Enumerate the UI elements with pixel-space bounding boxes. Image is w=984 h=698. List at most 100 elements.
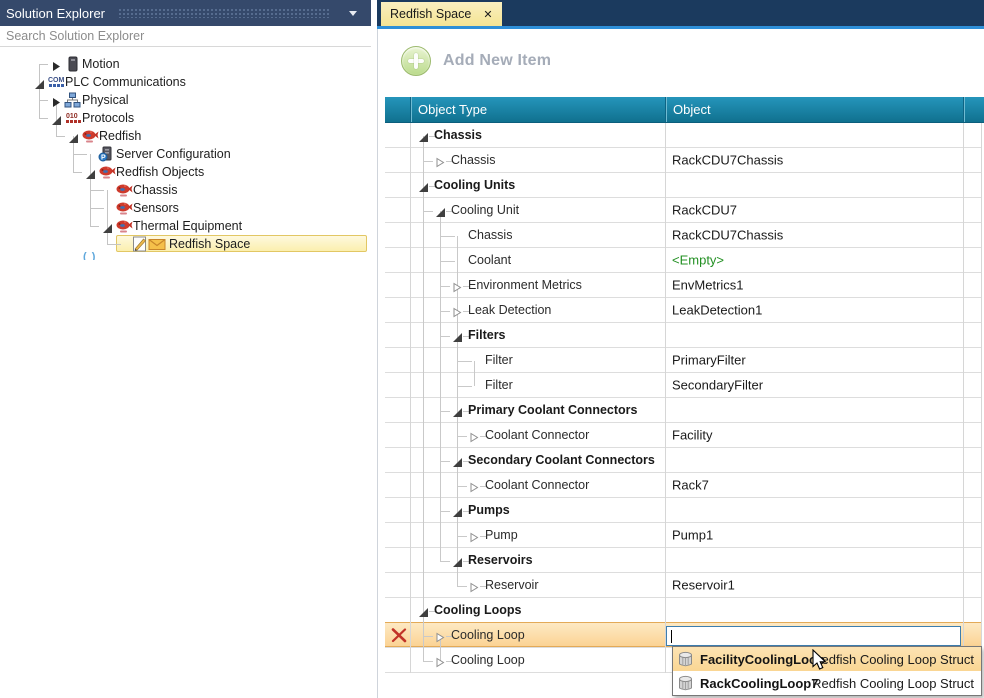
expander-open-icon[interactable]: [452, 505, 463, 523]
server-config-icon: P: [98, 146, 115, 162]
grid-connector: [457, 586, 467, 587]
object-type-label: Filter: [485, 378, 513, 392]
tree-item-redfish-objects[interactable]: Redfish Objects: [0, 163, 371, 181]
grid-row-cooling-units[interactable]: Cooling Units: [385, 173, 982, 198]
object-edit-input[interactable]: [666, 626, 961, 646]
grid-row-coolant-connector[interactable]: Coolant ConnectorFacility: [385, 423, 982, 448]
grid-header-object[interactable]: Object: [665, 97, 963, 122]
search-placeholder: Search Solution Explorer: [0, 29, 144, 43]
add-new-item-button[interactable]: Add New Item: [401, 46, 551, 76]
grid-row-pumps[interactable]: Pumps: [385, 498, 982, 523]
grid-row-reservoirs[interactable]: Reservoirs: [385, 548, 982, 573]
expander-closed-icon[interactable]: [469, 530, 479, 548]
expander-closed-icon[interactable]: [435, 655, 445, 673]
expander-closed-icon[interactable]: [452, 305, 462, 323]
search-input[interactable]: Search Solution Explorer: [0, 26, 371, 47]
grid-header-filler: [963, 97, 984, 122]
grid-row-chassis[interactable]: ChassisRackCDU7Chassis: [385, 223, 982, 248]
tree-item-physical[interactable]: Physical: [0, 91, 371, 109]
grid-connector: [423, 661, 433, 662]
expander-open-icon[interactable]: [34, 77, 45, 95]
tree-item-server-configuration[interactable]: PServer Configuration: [0, 145, 371, 163]
grid-connector: [440, 411, 450, 412]
tree-item-plc-communications[interactable]: COMPLC Communications: [0, 73, 371, 91]
grid-guide-line: [440, 211, 441, 561]
tree-item-protocols[interactable]: 010Protocols: [0, 109, 371, 127]
dropdown-item-rackcoolingloop7[interactable]: RackCoolingLoop7Redfish Cooling Loop Str…: [673, 671, 981, 695]
object-value: RackCDU7Chassis: [672, 228, 783, 243]
tree-item-motion[interactable]: Motion: [0, 55, 371, 73]
object-type-label: Filter: [485, 353, 513, 367]
expander-open-icon[interactable]: [418, 180, 429, 198]
grid-connector: [457, 536, 467, 537]
expander-open-icon[interactable]: [418, 130, 429, 148]
grid-row-environment-metrics[interactable]: Environment MetricsEnvMetrics1: [385, 273, 982, 298]
tree-connector: [39, 100, 48, 101]
object-type-label: Primary Coolant Connectors: [468, 403, 637, 417]
grid-row-chassis[interactable]: Chassis: [385, 123, 982, 148]
grid-row-coolant-connector[interactable]: Coolant ConnectorRack7: [385, 473, 982, 498]
object-type-label: Reservoir: [485, 578, 539, 592]
grid-guide-line: [474, 361, 475, 386]
grid-row-secondary-coolant-connectors[interactable]: Secondary Coolant Connectors: [385, 448, 982, 473]
tab-close-icon[interactable]: ✕: [483, 8, 492, 21]
object-type-label: Pumps: [468, 503, 510, 517]
expander-closed-icon[interactable]: [469, 480, 479, 498]
expander-closed-icon[interactable]: [469, 430, 479, 448]
grid-connector: [440, 261, 455, 262]
expander-open-icon[interactable]: [102, 221, 113, 239]
grid-row-reservoir[interactable]: ReservoirReservoir1: [385, 573, 982, 598]
grid-row-leak-detection[interactable]: Leak DetectionLeakDetection1: [385, 298, 982, 323]
expander-open-icon[interactable]: [51, 113, 62, 131]
com-bus-icon: COM: [47, 74, 64, 90]
expander-open-icon[interactable]: [85, 167, 96, 185]
grid-column-separator: [981, 123, 982, 673]
object-value: PrimaryFilter: [672, 353, 746, 368]
tree-item-label: Thermal Equipment: [133, 219, 242, 233]
grid-connector: [440, 336, 450, 337]
expander-open-icon[interactable]: [452, 555, 463, 573]
delete-row-icon[interactable]: [390, 627, 408, 649]
grid-row-chassis[interactable]: ChassisRackCDU7Chassis: [385, 148, 982, 173]
expander-closed-icon[interactable]: [51, 95, 61, 113]
tree-item-chassis[interactable]: Chassis: [0, 181, 371, 199]
tree-guide-line: [90, 154, 91, 226]
grid-guide-line: [423, 136, 424, 661]
tree-item-redfish-space[interactable]: Redfish Space: [0, 235, 371, 253]
grid-row-coolant[interactable]: Coolant<Empty>: [385, 248, 982, 273]
expander-open-icon[interactable]: [418, 605, 429, 623]
expander-closed-icon[interactable]: [452, 280, 462, 298]
panel-splitter[interactable]: [371, 0, 378, 698]
tree-item-label: PLC Communications: [65, 75, 186, 89]
grid-row-pump[interactable]: PumpPump1: [385, 523, 982, 548]
titlebar-menu-button[interactable]: [345, 7, 361, 19]
tree-item-thermal-equipment[interactable]: Thermal Equipment: [0, 217, 371, 235]
object-type-label: Chassis: [451, 153, 495, 167]
object-value: Pump1: [672, 528, 713, 543]
expander-open-icon[interactable]: [452, 330, 463, 348]
tab-redfish-space[interactable]: Redfish Space ✕: [381, 2, 502, 26]
tree-item-sensors[interactable]: Sensors: [0, 199, 371, 217]
object-type-label: Filters: [468, 328, 506, 342]
expander-closed-icon[interactable]: [469, 580, 479, 598]
expander-closed-icon[interactable]: [435, 630, 445, 648]
expander-closed-icon[interactable]: [435, 155, 445, 173]
solution-explorer-titlebar[interactable]: Solution Explorer: [0, 0, 371, 26]
expander-open-icon[interactable]: [435, 205, 446, 223]
grid-row-filters[interactable]: Filters: [385, 323, 982, 348]
tree-item-label: Redfish: [99, 129, 141, 143]
expander-open-icon[interactable]: [452, 455, 463, 473]
solution-tree: MotionCOMPLC CommunicationsPhysical010Pr…: [0, 55, 371, 275]
grid-row-cooling-unit[interactable]: Cooling UnitRackCDU7: [385, 198, 982, 223]
tree-item-label: Motion: [82, 57, 120, 71]
expander-open-icon[interactable]: [452, 405, 463, 423]
grid-row-primary-coolant-connectors[interactable]: Primary Coolant Connectors: [385, 398, 982, 423]
mouse-cursor: [812, 649, 828, 671]
object-type-label: Coolant Connector: [485, 478, 589, 492]
expander-open-icon[interactable]: [68, 131, 79, 149]
titlebar-grip[interactable]: [118, 8, 331, 18]
tree-item-label: Chassis: [133, 183, 177, 197]
grid-header-object-type[interactable]: Object Type: [410, 97, 665, 122]
svg-text:010: 010: [66, 113, 78, 120]
grid-row-cooling-loops[interactable]: Cooling Loops: [385, 598, 982, 623]
